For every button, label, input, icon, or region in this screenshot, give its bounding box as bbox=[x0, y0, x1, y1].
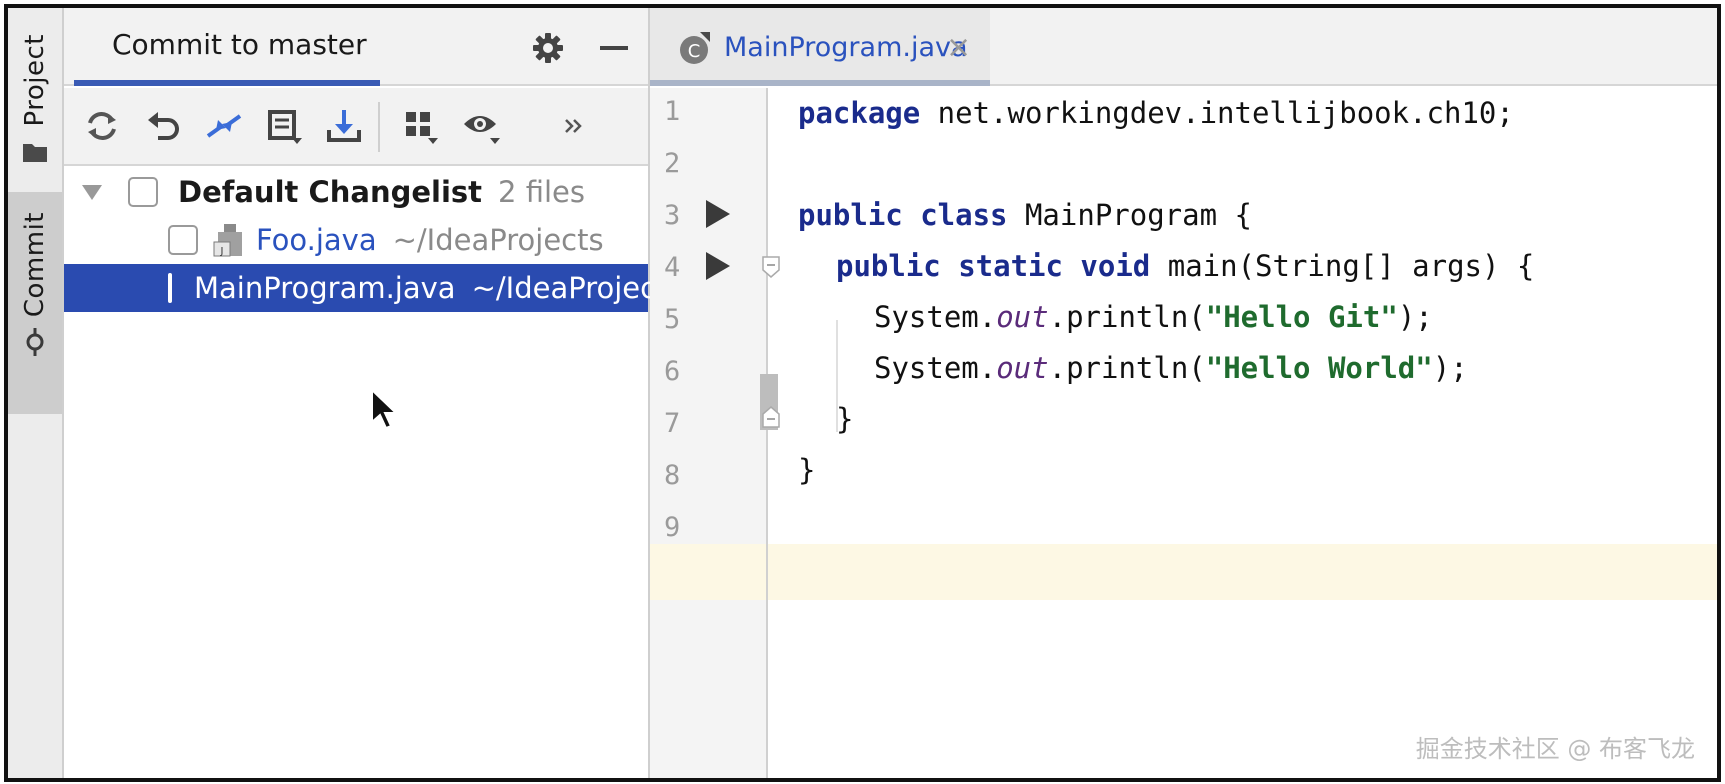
line-number: 8 bbox=[664, 460, 681, 491]
java-class-icon: C bbox=[680, 32, 710, 64]
rollback-icon[interactable] bbox=[144, 106, 184, 146]
active-tab-indicator bbox=[650, 80, 990, 86]
tool-tab-commit-label: Commit bbox=[20, 212, 50, 318]
code-line-7[interactable]: } bbox=[836, 402, 853, 436]
file-row[interactable]: J Foo.java ~/IdeaProjects bbox=[64, 216, 648, 264]
commit-icon bbox=[26, 328, 44, 357]
file-checkbox[interactable] bbox=[168, 225, 198, 255]
code-field: out bbox=[996, 300, 1049, 334]
java-file-icon: J bbox=[213, 224, 242, 257]
current-line-highlight bbox=[768, 544, 1717, 600]
commit-panel-header: Commit to master bbox=[64, 8, 648, 86]
line-number: 5 bbox=[664, 304, 681, 335]
line-number: 6 bbox=[664, 356, 681, 387]
code-text: main(String[] args) { bbox=[1150, 249, 1535, 283]
code-text: .println( bbox=[1048, 300, 1206, 334]
changelist-file-count: 2 files bbox=[498, 175, 585, 209]
code-text: ); bbox=[1397, 300, 1433, 334]
watermark: 掘金技术社区 @ 布客飞龙 bbox=[1415, 735, 1695, 763]
code-text: net.workingdev.intellijbook.ch10; bbox=[920, 96, 1514, 130]
file-path: ~/IdeaProjects bbox=[392, 223, 604, 257]
shelve-icon[interactable] bbox=[264, 106, 304, 146]
code-editor: C MainProgram.java × 1 2 3 4 5 6 7 8 9 p… bbox=[650, 8, 1717, 778]
code-line-6[interactable]: System.out.println("Hello World"); bbox=[874, 351, 1468, 385]
folder-icon bbox=[23, 144, 47, 163]
code-string: "Hello Git" bbox=[1205, 300, 1398, 334]
editor-tab-label: MainProgram.java bbox=[724, 32, 968, 63]
line-number: 2 bbox=[664, 148, 681, 179]
more-icon[interactable] bbox=[558, 106, 598, 146]
changelist-name: Default Changelist bbox=[178, 175, 483, 209]
code-line-4[interactable]: public static void main(String[] args) { bbox=[836, 249, 1534, 283]
editor-gutter: 1 2 3 4 5 6 7 8 9 bbox=[650, 88, 768, 778]
refresh-icon[interactable] bbox=[82, 106, 122, 146]
svg-text:J: J bbox=[220, 246, 224, 257]
commit-panel: Commit to master Default Changelist 2 fi… bbox=[64, 8, 683, 778]
code-keyword: public static void bbox=[836, 249, 1151, 283]
file-checkbox[interactable] bbox=[168, 273, 172, 303]
code-line-3[interactable]: public class MainProgram { bbox=[798, 198, 1252, 232]
code-line-1[interactable]: package net.workingdev.intellijbook.ch10… bbox=[798, 96, 1514, 130]
code-keyword: package bbox=[798, 96, 921, 130]
active-tab-indicator bbox=[74, 80, 380, 86]
tool-tab-project[interactable]: Project bbox=[8, 8, 62, 188]
commit-panel-title[interactable]: Commit to master bbox=[112, 28, 367, 61]
run-class-icon[interactable] bbox=[706, 200, 730, 228]
mouse-cursor-icon bbox=[371, 388, 399, 430]
compare-icon[interactable] bbox=[204, 106, 244, 146]
code-string: "Hello World" bbox=[1205, 351, 1433, 385]
tool-tab-project-label: Project bbox=[20, 34, 50, 127]
run-main-icon[interactable] bbox=[706, 252, 730, 280]
code-text: .println( bbox=[1048, 351, 1206, 385]
group-by-icon[interactable] bbox=[400, 106, 440, 146]
svg-text:C: C bbox=[688, 41, 701, 62]
close-icon[interactable]: × bbox=[946, 30, 971, 65]
ide-window: Project Commit Commit to master Default … bbox=[4, 4, 1721, 782]
code-text: System. bbox=[874, 300, 997, 334]
update-icon[interactable] bbox=[324, 106, 364, 146]
line-number: 1 bbox=[664, 96, 681, 127]
line-number: 4 bbox=[664, 252, 681, 283]
code-text: ); bbox=[1432, 351, 1468, 385]
line-number: 3 bbox=[664, 200, 681, 231]
code-text: System. bbox=[874, 351, 997, 385]
editor-tab-mainprogram[interactable]: C MainProgram.java × bbox=[650, 8, 990, 86]
file-row-selected[interactable]: J MainProgram.java ~/IdeaProjects bbox=[64, 264, 683, 312]
code-keyword: public class bbox=[798, 198, 1008, 232]
file-name: MainProgram.java bbox=[194, 271, 456, 305]
view-options-icon[interactable] bbox=[462, 106, 502, 146]
expand-arrow-icon[interactable] bbox=[82, 184, 102, 200]
line-number: 7 bbox=[664, 408, 681, 439]
code-line-8[interactable]: } bbox=[798, 453, 815, 487]
code-text: MainProgram { bbox=[1007, 198, 1252, 232]
code-field: out bbox=[996, 351, 1049, 385]
toolbar-separator bbox=[378, 102, 380, 152]
line-number: 9 bbox=[664, 512, 681, 543]
fold-icon[interactable] bbox=[762, 256, 780, 278]
gear-icon[interactable] bbox=[532, 32, 564, 64]
tool-tab-commit[interactable]: Commit bbox=[8, 192, 62, 414]
editor-tab-bar: C MainProgram.java × bbox=[650, 8, 1717, 86]
changelist-row[interactable]: Default Changelist 2 files bbox=[64, 168, 648, 216]
fold-end-icon[interactable] bbox=[762, 406, 780, 428]
minimize-icon[interactable] bbox=[598, 32, 630, 64]
tool-window-strip: Project Commit bbox=[8, 8, 64, 778]
code-line-5[interactable]: System.out.println("Hello Git"); bbox=[874, 300, 1433, 334]
current-line-gutter-highlight bbox=[650, 544, 766, 600]
changelist-checkbox[interactable] bbox=[128, 177, 158, 207]
commit-toolbar bbox=[64, 88, 648, 166]
file-name: Foo.java bbox=[256, 223, 377, 257]
